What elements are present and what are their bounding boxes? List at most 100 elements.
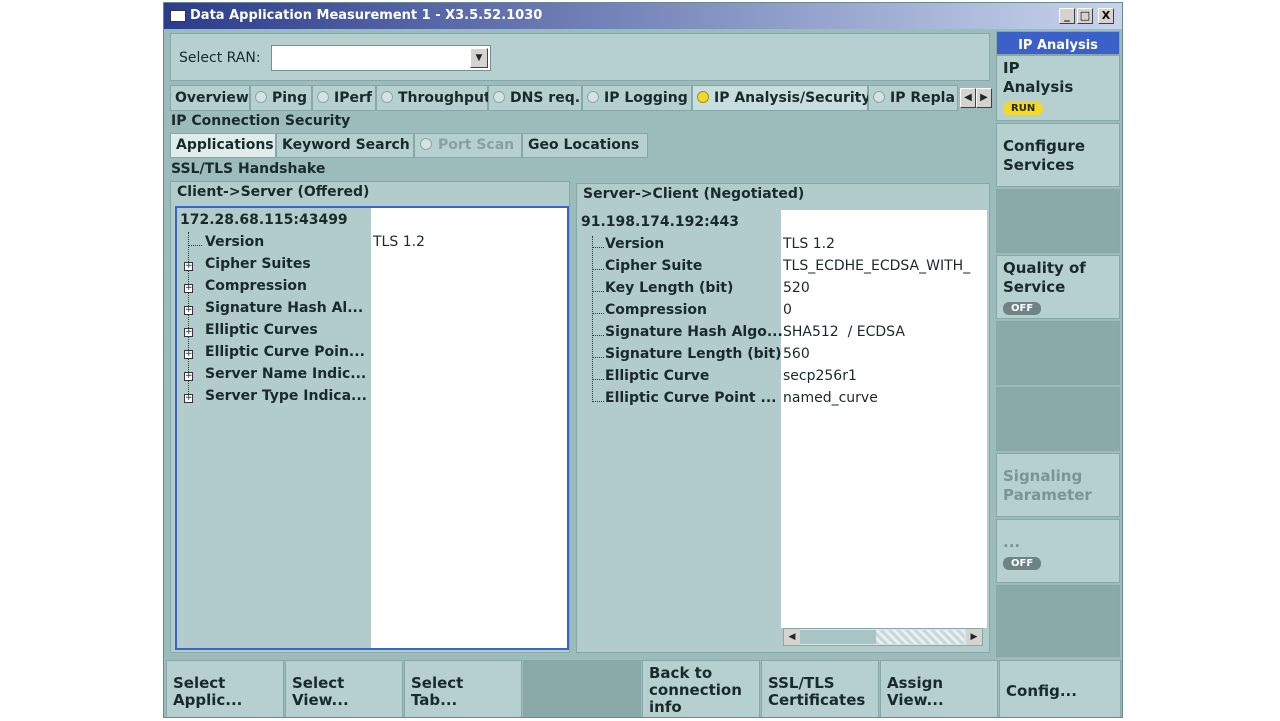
expand-icon[interactable]: + xyxy=(184,328,193,337)
server-tree[interactable]: 91.198.174.192:443 Version TLS 1.2 Ciphe… xyxy=(579,210,987,650)
ran-selector-bar: Select RAN: ▼ xyxy=(170,33,990,81)
status-dot-icon xyxy=(587,91,599,103)
tab-iperf[interactable]: IPerf xyxy=(312,85,376,111)
tree-root[interactable]: 172.28.68.115:43499 xyxy=(177,212,567,234)
ran-label: Select RAN: xyxy=(179,50,261,66)
subtab-port-scan[interactable]: Port Scan xyxy=(414,133,522,158)
status-dot-icon xyxy=(697,91,709,103)
tree-row-name: Signature Hash Algo... xyxy=(605,324,783,340)
expand-icon[interactable]: + xyxy=(184,284,193,293)
status-dot-icon xyxy=(873,91,885,103)
app-window-icon xyxy=(170,10,186,22)
scroll-right-icon[interactable]: ▶ xyxy=(966,629,982,645)
tree-row[interactable]: + Elliptic Curves xyxy=(177,322,567,344)
tree-row[interactable]: Version TLS 1.2 xyxy=(579,236,983,258)
empty-softkey xyxy=(996,387,1120,451)
tree-row-value: 560 xyxy=(783,346,810,362)
maximize-button[interactable]: □ xyxy=(1077,8,1093,24)
subtab-keyword-search[interactable]: Keyword Search xyxy=(276,133,414,158)
signaling-parameter-softkey[interactable]: Signaling Parameter xyxy=(996,453,1120,517)
subtab-geo-locations[interactable]: Geo Locations xyxy=(522,133,648,158)
tree-row[interactable]: Signature Hash Algo... SHA512 / ECDSA xyxy=(579,324,983,346)
empty-softkey xyxy=(996,321,1120,385)
chevron-down-icon[interactable]: ▼ xyxy=(470,48,488,68)
back-to-connection-info-softkey[interactable]: Back to connection info xyxy=(642,660,760,717)
tree-row[interactable]: + Compression xyxy=(177,278,567,300)
select-applic-softkey[interactable]: Select Applic... xyxy=(166,660,284,717)
handshake-title: SSL/TLS Handshake xyxy=(171,161,326,177)
client-panel: Client->Server (Offered) 172.28.68.115:4… xyxy=(170,181,570,653)
assign-view-softkey[interactable]: Assign View... xyxy=(880,660,998,717)
scrollbar-thumb[interactable] xyxy=(800,630,876,644)
tree-row-value: secp256r1 xyxy=(783,368,857,384)
subtab-label: Keyword Search xyxy=(282,137,410,153)
quality-of-service-softkey[interactable]: Quality of Service OFF xyxy=(996,255,1120,319)
subtab-label: Geo Locations xyxy=(528,137,640,153)
tab-ip-analysis-security[interactable]: IP Analysis/Security xyxy=(692,85,870,111)
select-tab-softkey[interactable]: Select Tab... xyxy=(404,660,522,717)
tree-row-name: Signature Length (bit) xyxy=(605,346,782,362)
tree-row[interactable]: + Server Name Indic... xyxy=(177,366,567,388)
tree-row-name: Cipher Suites xyxy=(205,256,311,272)
softkey-label: Quality of Service xyxy=(1003,259,1086,296)
tab-scroll-left-icon[interactable]: ◀ xyxy=(960,88,976,108)
tab-label: IP Logging xyxy=(604,90,688,106)
tree-root[interactable]: 91.198.174.192:443 xyxy=(579,214,983,236)
tree-connector xyxy=(592,247,604,248)
subtab-applications[interactable]: Applications xyxy=(170,133,276,158)
measurement-tabs: Overview Ping IPerf Throughput DNS req. … xyxy=(170,85,994,111)
side-softkeys: IP Analysis IP Analysis RUN Configure Se… xyxy=(996,31,1120,657)
tree-row[interactable]: Key Length (bit) 520 xyxy=(579,280,983,302)
empty-softkey xyxy=(996,585,1120,657)
tree-row[interactable]: + Server Type Indica... xyxy=(177,388,567,410)
tree-row[interactable]: Compression 0 xyxy=(579,302,983,324)
server-panel: Server->Client (Negotiated) 91.198.174.1… xyxy=(576,183,990,653)
horizontal-scrollbar[interactable]: ◀ ▶ xyxy=(783,628,983,646)
expand-icon[interactable]: + xyxy=(184,372,193,381)
softkey-label: Assign View... xyxy=(887,674,944,709)
ip-analysis-softkey[interactable]: IP Analysis RUN xyxy=(996,55,1120,121)
softkey-label: Signaling Parameter xyxy=(1003,467,1092,504)
tab-ip-replay[interactable]: IP Repla xyxy=(868,85,958,111)
tree-row-name: Server Name Indic... xyxy=(205,366,367,382)
tree-row[interactable]: Version TLS 1.2 xyxy=(177,234,567,256)
expand-icon[interactable]: + xyxy=(184,262,193,271)
tab-label: DNS req. xyxy=(510,90,581,106)
tab-ip-logging[interactable]: IP Logging xyxy=(582,85,692,111)
side-header: IP Analysis xyxy=(996,31,1120,55)
tab-dns-req[interactable]: DNS req. xyxy=(488,85,582,111)
tree-row[interactable]: + Elliptic Curve Poin... xyxy=(177,344,567,366)
ran-select[interactable]: ▼ xyxy=(271,45,491,71)
client-tree[interactable]: 172.28.68.115:43499 Version TLS 1.2 + Ci… xyxy=(175,206,569,650)
tab-scroll-right-icon[interactable]: ▶ xyxy=(976,88,992,108)
expand-icon[interactable]: + xyxy=(184,306,193,315)
tree-row-name: Version xyxy=(205,234,265,250)
tree-row[interactable]: + Signature Hash Al... xyxy=(177,300,567,322)
tree-row[interactable]: Signature Length (bit) 560 xyxy=(579,346,983,368)
expand-icon[interactable]: + xyxy=(184,394,193,403)
configure-services-softkey[interactable]: Configure Services xyxy=(996,123,1120,187)
select-view-softkey[interactable]: Select View... xyxy=(285,660,403,717)
server-address: 91.198.174.192:443 xyxy=(581,214,739,230)
tree-row[interactable]: Elliptic Curve secp256r1 xyxy=(579,368,983,390)
tab-ping[interactable]: Ping xyxy=(250,85,312,111)
expand-icon[interactable]: + xyxy=(184,350,193,359)
tab-throughput[interactable]: Throughput xyxy=(376,85,491,111)
off-badge: OFF xyxy=(1003,557,1042,570)
tree-row[interactable]: + Cipher Suites xyxy=(177,256,567,278)
minimize-button[interactable]: _ xyxy=(1059,8,1075,24)
softkey-label: Configure Services xyxy=(1003,137,1086,174)
scroll-left-icon[interactable]: ◀ xyxy=(784,629,800,645)
tab-overview[interactable]: Overview xyxy=(170,85,250,111)
tree-row[interactable]: Cipher Suite TLS_ECDHE_ECDSA_WITH_ xyxy=(579,258,983,280)
softkey-label: ... xyxy=(1003,533,1021,551)
scrollbar-track[interactable] xyxy=(876,630,964,644)
more-softkey[interactable]: ... OFF xyxy=(996,519,1120,583)
close-button[interactable]: X xyxy=(1098,8,1114,24)
status-dot-icon xyxy=(493,91,505,103)
ssl-tls-certificates-softkey[interactable]: SSL/TLS Certificates xyxy=(761,660,879,717)
config-softkey[interactable]: Config... xyxy=(999,660,1121,717)
tree-row-value: TLS_ECDHE_ECDSA_WITH_ xyxy=(783,258,971,274)
softkey-label: Select View... xyxy=(292,674,349,709)
tree-row[interactable]: Elliptic Curve Point ... named_curve xyxy=(579,390,983,412)
